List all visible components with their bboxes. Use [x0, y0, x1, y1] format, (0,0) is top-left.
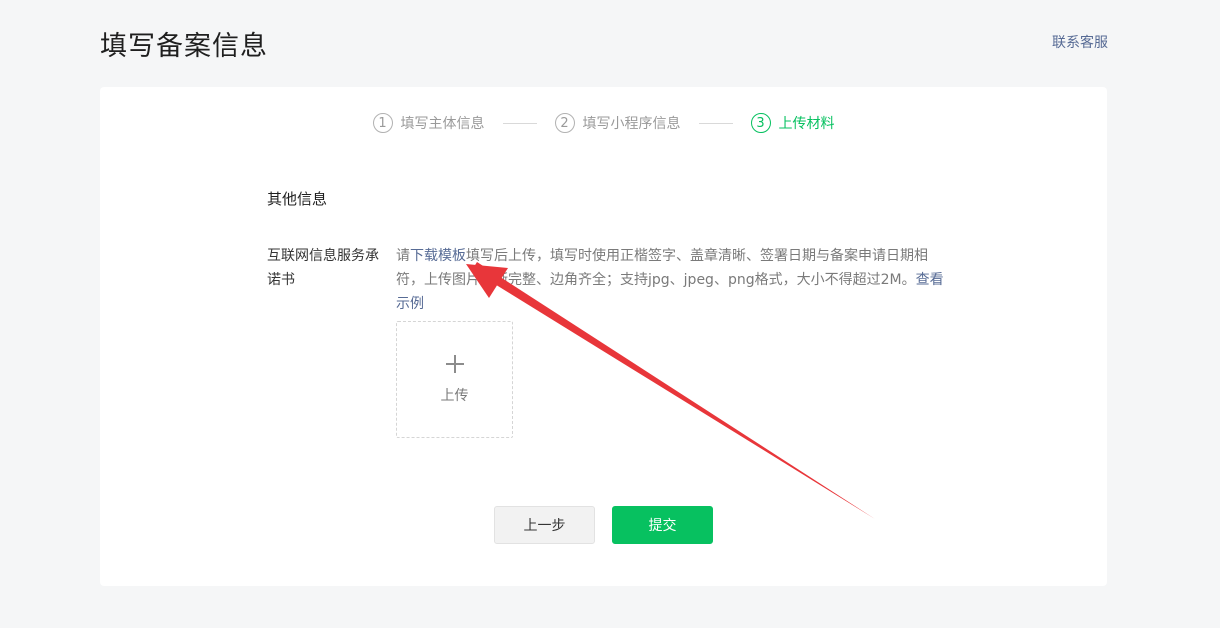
- form-card: 1 填写主体信息 2 填写小程序信息 3 上传材料 其他信息 互联网信息服务承诺…: [100, 87, 1107, 586]
- steps-indicator: 1 填写主体信息 2 填写小程序信息 3 上传材料: [100, 113, 1107, 133]
- step-1-number: 1: [372, 113, 393, 133]
- field-label: 互联网信息服务承诺书: [267, 248, 379, 288]
- upload-box[interactable]: 上传: [396, 321, 513, 438]
- plus-icon: [445, 354, 464, 373]
- step-divider: [502, 122, 537, 124]
- step-3-label: 上传材料: [778, 116, 835, 132]
- step-2: 2 填写小程序信息: [554, 113, 681, 133]
- step-3-number: 3: [750, 113, 771, 133]
- contact-support-link[interactable]: 联系客服: [1052, 32, 1108, 52]
- step-1: 1 填写主体信息: [372, 113, 485, 133]
- step-1-label: 填写主体信息: [400, 116, 485, 132]
- step-3: 3 上传材料: [750, 113, 835, 133]
- step-2-number: 2: [554, 113, 575, 133]
- submit-button[interactable]: 提交: [612, 506, 713, 544]
- page-title: 填写备案信息: [100, 31, 268, 62]
- prev-step-button[interactable]: 上一步: [494, 506, 595, 544]
- desc-main: 填写后上传，填写时使用正楷签字、盖章清晰、签署日期与备案申请日期相符，上传图片清…: [396, 248, 928, 288]
- field-description: 请下载模板填写后上传，填写时使用正楷签字、盖章清晰、签署日期与备案申请日期相符，…: [396, 244, 946, 316]
- page: 填写备案信息 联系客服 1 填写主体信息 2 填写小程序信息 3 上传材料 其他…: [0, 0, 1220, 628]
- upload-label: 上传: [440, 387, 469, 404]
- step-divider: [698, 122, 733, 124]
- step-2-label: 填写小程序信息: [582, 116, 681, 132]
- desc-prefix: 请: [396, 248, 410, 264]
- download-template-link[interactable]: 下载模板: [410, 248, 466, 264]
- section-title: 其他信息: [267, 190, 328, 208]
